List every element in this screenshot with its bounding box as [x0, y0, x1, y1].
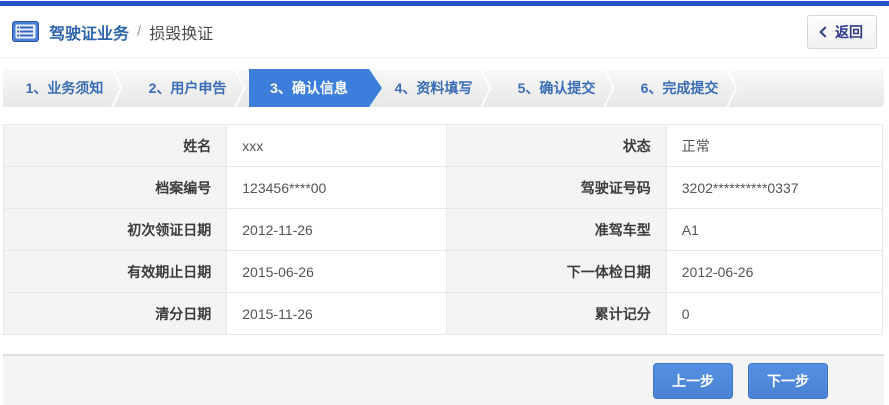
next-step-button[interactable]: 下一步 [748, 362, 828, 399]
table-row: 有效期止日期 2015-06-26 下一体检日期 2012-06-26 [2, 250, 884, 293]
prev-step-button[interactable]: 上一步 [653, 362, 733, 399]
field-label-points-clear-date: 清分日期 [2, 292, 228, 335]
footer-actions: 上一步 下一步 [3, 354, 884, 405]
field-label-vehicle-class: 准驾车型 [446, 208, 667, 251]
field-value-license-number: 3202**********0337 [665, 166, 884, 209]
step-tab-6[interactable]: 6、完成提交 [618, 69, 741, 107]
table-row: 姓名 xxx 状态 正常 [2, 124, 884, 167]
field-label-license-number: 驾驶证号码 [446, 166, 667, 209]
back-button[interactable]: 返回 [807, 14, 877, 49]
steps-bar: 1、业务须知 2、用户申告 3、确认信息 4、资料填写 5、确认提交 6、完成提… [3, 69, 884, 107]
field-label-file-number: 档案编号 [2, 166, 228, 209]
table-row: 清分日期 2015-11-26 累计记分 0 [2, 292, 884, 335]
step-tab-5[interactable]: 5、确认提交 [495, 69, 618, 107]
field-label-expiry-date: 有效期止日期 [2, 250, 228, 293]
field-value-file-number: 123456****00 [226, 166, 448, 209]
table-row: 档案编号 123456****00 驾驶证号码 3202**********03… [2, 166, 884, 209]
step-tab-1[interactable]: 1、业务须知 [3, 69, 126, 107]
field-label-accumulated-points: 累计记分 [446, 292, 667, 335]
field-value-status: 正常 [665, 124, 884, 167]
field-label-status: 状态 [446, 124, 667, 167]
info-table: 姓名 xxx 状态 正常 档案编号 123456****00 驾驶证号码 320… [2, 124, 884, 335]
field-value-first-issue-date: 2012-11-26 [226, 208, 448, 251]
breadcrumb-root[interactable]: 驾驶证业务 [49, 20, 129, 44]
breadcrumb-current: 损毁换证 [149, 25, 214, 43]
step-tab-4[interactable]: 4、资料填写 [372, 69, 495, 107]
field-label-first-issue-date: 初次领证日期 [2, 208, 228, 251]
field-value-points-clear-date: 2015-11-26 [226, 292, 448, 335]
steps-bar-filler [741, 69, 884, 107]
field-value-expiry-date: 2015-06-26 [226, 250, 448, 293]
step-tab-3-active[interactable]: 3、确认信息 [249, 69, 382, 107]
table-row: 初次领证日期 2012-11-26 准驾车型 A1 [2, 208, 884, 251]
field-value-vehicle-class: A1 [665, 208, 884, 251]
license-list-icon [12, 21, 39, 42]
step-tab-2[interactable]: 2、用户申告 [126, 69, 249, 107]
chevron-left-icon [819, 26, 831, 38]
field-value-name: xxx [226, 124, 448, 167]
page-header: 驾驶证业务 / 损毁换证 返回 [0, 6, 889, 58]
field-label-name: 姓名 [2, 124, 228, 167]
field-value-next-checkup-date: 2012-06-26 [665, 250, 884, 293]
field-label-next-checkup-date: 下一体检日期 [446, 250, 667, 293]
back-button-label: 返回 [835, 23, 863, 40]
field-value-accumulated-points: 0 [665, 292, 884, 335]
breadcrumb-separator: / [137, 23, 142, 40]
